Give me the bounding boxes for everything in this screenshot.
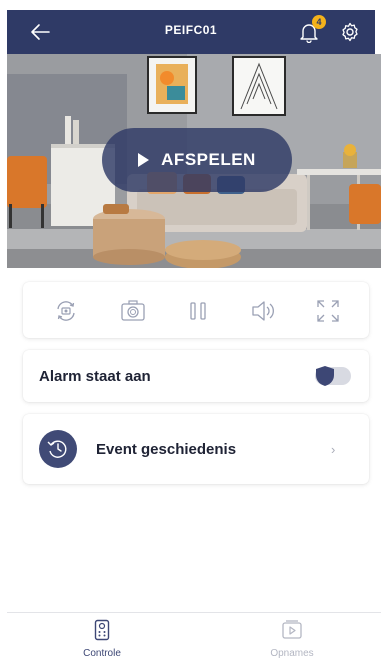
camera-controls-toolbar: [23, 282, 369, 338]
alarm-toggle[interactable]: [315, 366, 351, 386]
history-icon: [39, 430, 77, 468]
rotate-camera-icon[interactable]: [51, 296, 81, 326]
play-button-label: AFSPELEN: [161, 150, 256, 169]
alarm-label: Alarm staat aan: [39, 368, 151, 385]
nav-item-controle[interactable]: Controle: [62, 619, 142, 659]
play-button[interactable]: AFSPELEN: [102, 128, 292, 192]
recordings-icon: [282, 620, 302, 639]
camera-video-preview[interactable]: AFSPELEN: [7, 54, 381, 268]
event-history-row[interactable]: Event geschiedenis ›: [23, 414, 369, 484]
nav-label-controle: Controle: [83, 648, 121, 659]
fullscreen-icon[interactable]: [313, 296, 343, 326]
bottom-navigation: Controle Opnames: [7, 612, 381, 659]
nav-item-opnames[interactable]: Opnames: [252, 619, 332, 659]
nav-label-opnames: Opnames: [270, 648, 314, 659]
chevron-right-icon: ›: [331, 442, 336, 457]
top-app-bar: PEIFC01 4: [7, 10, 375, 54]
speaker-icon[interactable]: [248, 296, 278, 326]
shield-icon: [316, 366, 334, 386]
play-icon: [138, 153, 150, 167]
event-history-label: Event geschiedenis: [96, 441, 237, 458]
remote-control-icon: [94, 619, 110, 641]
pause-icon[interactable]: [183, 296, 213, 326]
notification-count-badge: 4: [312, 15, 326, 29]
alarm-setting-row: Alarm staat aan: [23, 350, 369, 402]
gear-icon[interactable]: [339, 21, 361, 43]
snapshot-camera-icon[interactable]: [118, 296, 148, 326]
